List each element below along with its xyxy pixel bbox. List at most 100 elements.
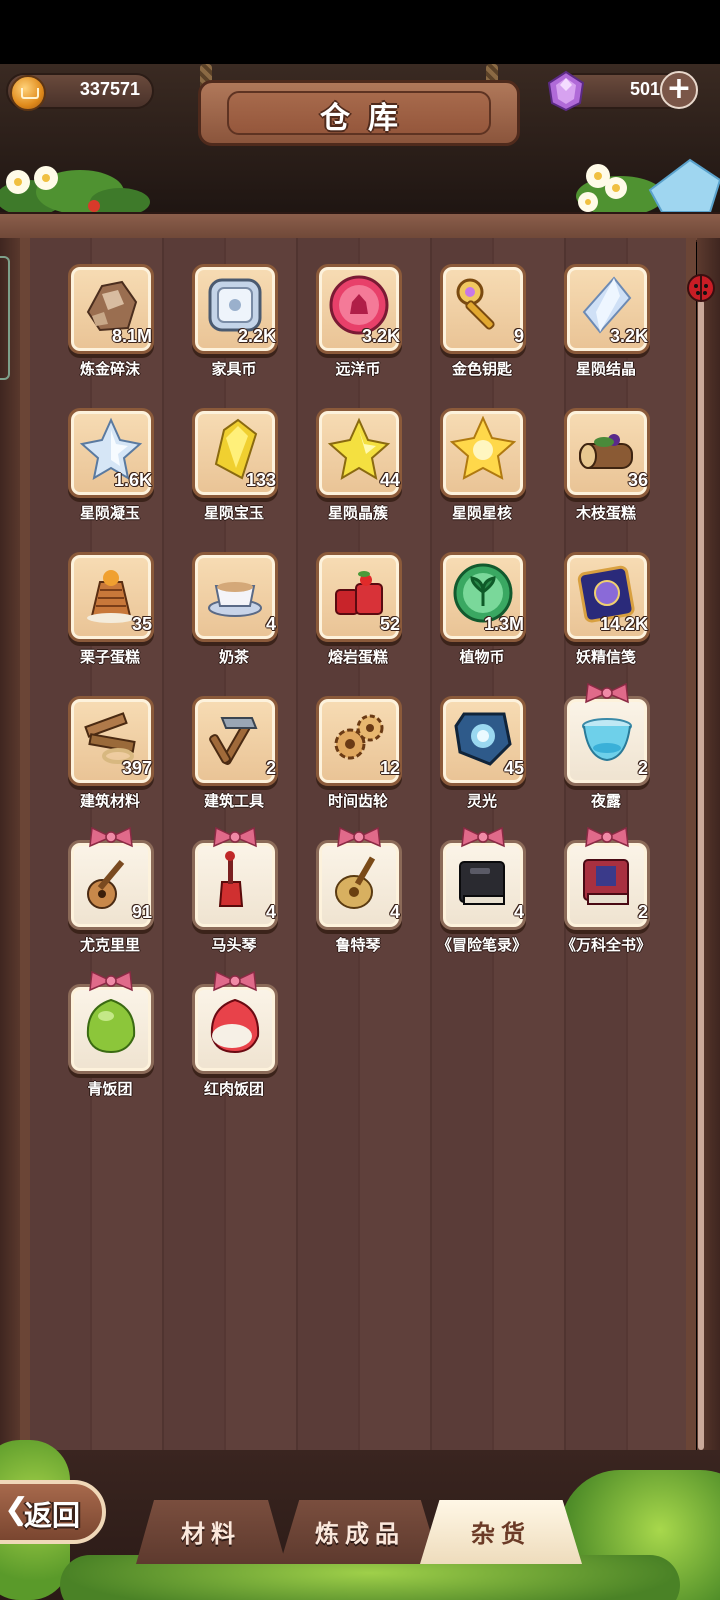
gem-counter: 501 +: [547, 70, 698, 112]
item-label: 《冒险笔录》: [436, 936, 527, 954]
tab-materials[interactable]: 材料: [136, 1500, 286, 1564]
morin-khuur-icon: [218, 851, 244, 907]
item-count: 2.2K: [237, 326, 276, 346]
inventory-item[interactable]: 35 栗子蛋糕: [48, 552, 172, 692]
item-count: 4: [513, 902, 524, 922]
red-book-icon: [583, 859, 629, 905]
inventory-item[interactable]: 36 木枝蛋糕: [544, 408, 668, 548]
inventory-item[interactable]: 星陨星核: [420, 408, 544, 548]
green-rice-ball-icon: [86, 998, 136, 1054]
inventory-item[interactable]: 2 夜露: [544, 682, 668, 836]
item-count: 52: [379, 614, 400, 634]
red-rice-ball-icon: [210, 998, 260, 1054]
item-count: 133: [245, 470, 276, 490]
item-label: 木枝蛋糕: [575, 504, 636, 522]
item-label: 时间齿轮: [327, 792, 388, 810]
night-dew-icon: [582, 718, 632, 762]
item-label: 星陨星核: [451, 504, 512, 522]
inventory-item[interactable]: 52 熔岩蛋糕: [296, 552, 420, 692]
item-count: 397: [121, 758, 152, 778]
ribbon-bow-icon: [461, 826, 505, 848]
status-bar: [0, 0, 720, 64]
inventory-item[interactable]: 4 《冒险笔录》: [420, 826, 544, 980]
item-label: 栗子蛋糕: [79, 648, 140, 666]
gem-icon: [547, 70, 585, 112]
ribbon-bow-icon: [89, 826, 133, 848]
item-count: 2: [265, 758, 276, 778]
item-count: 4: [265, 614, 276, 634]
item-label: 夜露: [590, 792, 621, 810]
item-count: 8.1M: [111, 326, 152, 346]
inventory-item[interactable]: 2 《万科全书》: [544, 826, 668, 980]
ribbon-bow-icon: [213, 970, 257, 992]
inventory-item[interactable]: 9 金色钥匙: [420, 264, 544, 404]
tab-label: 材料: [181, 1520, 241, 1548]
black-book-icon: [459, 861, 505, 905]
item-label: 尤克里里: [79, 936, 140, 954]
inventory-item[interactable]: 红肉饭团: [172, 970, 296, 1124]
ribbon-bow-icon: [337, 826, 381, 848]
inventory-item[interactable]: 91 尤克里里: [48, 826, 172, 980]
inventory-item[interactable]: 44 星陨晶簇: [296, 408, 420, 548]
ladybug-icon: [687, 274, 715, 302]
item-count: 9: [513, 326, 524, 346]
golden-key-icon: [456, 278, 495, 330]
inventory-item[interactable]: 3.2K 远洋币: [296, 264, 420, 404]
item-count: 36: [627, 470, 648, 490]
inventory-item[interactable]: 4 马头琴: [172, 826, 296, 980]
flower-decoration-right: [576, 158, 720, 216]
gold-coin-icon: [10, 75, 46, 111]
item-label: 建筑工具: [203, 792, 264, 810]
inventory-item[interactable]: 12 时间齿轮: [296, 696, 420, 836]
tab-misc[interactable]: 杂货: [420, 1500, 582, 1564]
inventory-item[interactable]: 14.2K 妖精信笺: [544, 552, 668, 692]
ribbon-bow-icon: [89, 970, 133, 992]
item-label: 青饭团: [87, 1080, 133, 1098]
lute-icon: [335, 856, 376, 909]
item-count: 12: [379, 758, 400, 778]
item-count: 4: [389, 902, 400, 922]
item-label: 星陨结晶: [575, 360, 636, 378]
tab-crafted[interactable]: 炼成品: [280, 1500, 440, 1564]
item-label: 马头琴: [211, 936, 257, 954]
back-label: 返回: [24, 1499, 81, 1532]
item-count: 45: [503, 758, 524, 778]
ribbon-bow-icon: [585, 826, 629, 848]
item-label: 炼金碎沫: [79, 360, 140, 378]
item-count: 1.6K: [113, 470, 152, 490]
item-label: 鲁特琴: [335, 936, 381, 954]
back-button[interactable]: ❮ 返回: [0, 1480, 106, 1544]
item-label: 奶茶: [218, 648, 249, 666]
item-label: 灵光: [466, 792, 497, 810]
inventory-item[interactable]: 2.2K 家具币: [172, 264, 296, 404]
inventory-item[interactable]: 45 灵光: [420, 696, 544, 836]
item-label: 星陨凝玉: [79, 504, 140, 522]
inventory-item[interactable]: 4 奶茶: [172, 552, 296, 692]
inventory-item[interactable]: 397 建筑材料: [48, 696, 172, 836]
side-tab[interactable]: [0, 256, 10, 380]
item-label: 红肉饭团: [203, 1080, 264, 1098]
ribbon-bow-icon: [585, 682, 629, 704]
item-count: 2: [637, 902, 648, 922]
inventory-item[interactable]: 3.2K 星陨结晶: [544, 264, 668, 404]
coin-counter: 337571: [6, 73, 154, 111]
inventory-item[interactable]: 4 鲁特琴: [296, 826, 420, 980]
item-count: 3.2K: [361, 326, 400, 346]
item-label: 家具币: [211, 360, 257, 378]
inventory-item[interactable]: 133 星陨宝玉: [172, 408, 296, 548]
title-plate: 仓库: [198, 80, 520, 146]
inventory-item[interactable]: 1.3M 植物币: [420, 552, 544, 692]
inventory-item[interactable]: 1.6K 星陨凝玉: [48, 408, 172, 548]
inventory-item[interactable]: 青饭团: [48, 970, 172, 1124]
item-label: 熔岩蛋糕: [327, 648, 388, 666]
left-rail: [0, 238, 22, 1488]
item-label: 远洋币: [335, 360, 381, 378]
add-gems-button[interactable]: +: [660, 71, 698, 109]
tab-label: 炼成品: [315, 1520, 405, 1548]
tab-label: 杂货: [471, 1520, 531, 1548]
item-count: 4: [265, 902, 276, 922]
ribbon-bow-icon: [213, 826, 257, 848]
scrollbar[interactable]: [698, 300, 704, 1450]
inventory-item[interactable]: 8.1M 炼金碎沫: [48, 264, 172, 404]
inventory-item[interactable]: 2 建筑工具: [172, 696, 296, 836]
